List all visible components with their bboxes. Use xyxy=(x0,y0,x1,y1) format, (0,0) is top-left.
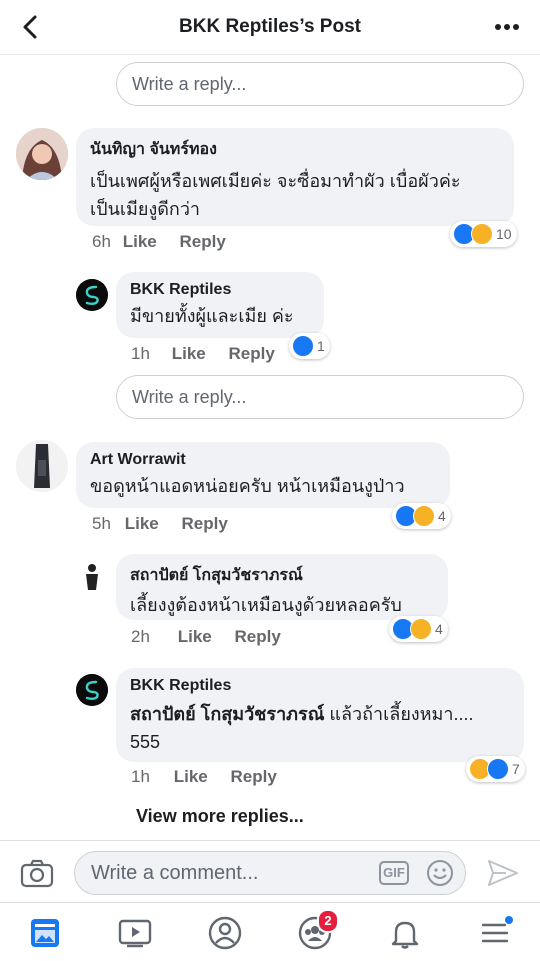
like-reaction-icon xyxy=(487,758,509,780)
comment-line: 555 xyxy=(130,732,161,752)
avatar[interactable] xyxy=(16,128,68,180)
page-title: BKK Reptiles’s Post xyxy=(179,16,361,37)
comment-bubble: Art Worrawit ขอดูหน้าแอดหน่อยครับ หน้าเห… xyxy=(76,442,450,508)
comment-bubble: สถาปัตย์ โกสุมวัชราภรณ์ เลี้ยงงูต้องหน้า… xyxy=(116,554,448,620)
reply-input[interactable] xyxy=(117,376,540,418)
commenter-name[interactable]: Art Worrawit xyxy=(90,451,436,469)
reply-button[interactable]: Reply xyxy=(235,627,281,647)
like-button[interactable]: Like xyxy=(174,767,208,787)
like-button[interactable]: Like xyxy=(178,627,212,647)
commenter-name[interactable]: BKK Reptiles xyxy=(130,281,310,299)
reply-button[interactable]: Reply xyxy=(231,767,277,787)
reply-button[interactable]: Reply xyxy=(180,232,226,252)
more-options-icon[interactable] xyxy=(492,16,522,38)
haha-reaction-icon xyxy=(413,505,435,527)
reaction-count: 7 xyxy=(512,761,520,777)
comment-line: สถาปัตย์ โกสุมวัชราภรณ์ แล้วถ้าเลี้ยงหมา… xyxy=(130,700,510,728)
reaction-count: 1 xyxy=(317,338,325,354)
reply-input-box[interactable] xyxy=(116,375,540,419)
user-photo-icon xyxy=(16,128,68,180)
avatar[interactable] xyxy=(16,440,68,492)
like-reaction-icon xyxy=(292,335,314,357)
top-bar: BKK Reptiles’s Post xyxy=(0,0,540,55)
watch-video-icon[interactable] xyxy=(117,915,153,951)
comment-bubble: BKK Reptiles มีขายทั้งผู้และเมีย ค่ะ xyxy=(116,272,324,338)
avatar[interactable] xyxy=(76,560,108,592)
comment-input-box[interactable]: GIF xyxy=(74,851,466,895)
comment-time: 6h xyxy=(92,232,111,251)
groups-tab[interactable]: 2 xyxy=(297,909,339,951)
send-icon[interactable] xyxy=(486,858,520,888)
view-more-replies-link[interactable]: View more replies... xyxy=(136,806,304,827)
comment-line-text: แล้วถ้าเลี้ยงหมา.... xyxy=(324,704,474,724)
reaction-count: 10 xyxy=(496,226,512,242)
comment-actions: 5h Like Reply xyxy=(92,514,228,534)
comment-actions: 6h Like Reply xyxy=(92,232,226,252)
reply-input-box[interactable] xyxy=(116,62,540,106)
reaction-count: 4 xyxy=(435,621,443,637)
bottom-tab-bar: 2 xyxy=(0,902,540,961)
comment-input[interactable] xyxy=(75,852,397,894)
like-button[interactable]: Like xyxy=(172,344,206,364)
comment-actions: 1h Like Reply xyxy=(131,344,275,364)
comment-composer: GIF xyxy=(0,840,540,903)
notification-badge: 2 xyxy=(317,909,339,933)
comment-line: เป็นเมียงูดีกว่า xyxy=(90,199,201,219)
reaction-summary[interactable]: 1 xyxy=(289,333,330,359)
comment-bubble: BKK Reptiles สถาปัตย์ โกสุมวัชราภรณ์ แล้… xyxy=(116,668,524,762)
mention-link[interactable]: สถาปัตย์ โกสุมวัชราภรณ์ xyxy=(130,704,324,724)
reaction-count: 4 xyxy=(438,508,446,524)
emoji-icon[interactable] xyxy=(425,858,455,888)
notifications-bell-icon[interactable] xyxy=(387,915,423,951)
reply-button[interactable]: Reply xyxy=(229,344,275,364)
comment-text: สถาปัตย์ โกสุมวัชราภรณ์ แล้วถ้าเลี้ยงหมา… xyxy=(130,700,510,756)
comment-line: เป็นเพศผู้หรือเพศเมียค่ะ จะซื่อมาทำผัว เ… xyxy=(90,171,461,191)
comment-text: มีขายทั้งผู้และเมีย ค่ะ xyxy=(130,306,294,326)
comment-time: 5h xyxy=(92,514,111,533)
news-feed-icon[interactable] xyxy=(27,915,63,951)
like-button[interactable]: Like xyxy=(123,232,157,252)
page-avatar[interactable] xyxy=(76,279,108,311)
gif-button[interactable]: GIF xyxy=(379,861,409,885)
menu-hamburger-icon xyxy=(481,916,513,943)
snake-logo-icon xyxy=(76,279,108,311)
page-avatar[interactable] xyxy=(76,674,108,706)
comment-text: เป็นเพศผู้หรือเพศเมียค่ะ จะซื่อมาทำผัว เ… xyxy=(90,167,500,223)
haha-reaction-icon xyxy=(410,618,432,640)
comment-time: 1h xyxy=(131,344,150,363)
reaction-summary[interactable]: 4 xyxy=(392,503,451,529)
commenter-name[interactable]: นันทิญา จันทร์ทอง xyxy=(90,137,500,162)
comment-bubble: นันทิญา จันทร์ทอง เป็นเพศผู้หรือเพศเมียค… xyxy=(76,128,514,226)
reaction-summary[interactable]: 4 xyxy=(389,616,448,642)
comment-actions: 2h Like Reply xyxy=(131,627,281,647)
comment-time: 1h xyxy=(131,767,150,786)
reaction-summary[interactable]: 7 xyxy=(466,756,525,782)
commenter-name[interactable]: สถาปัตย์ โกสุมวัชราภรณ์ xyxy=(130,563,434,588)
camera-icon[interactable] xyxy=(20,858,54,888)
reaction-summary[interactable]: 10 xyxy=(450,221,517,247)
user-photo-icon xyxy=(16,440,68,492)
menu-tab[interactable] xyxy=(477,915,513,951)
like-button[interactable]: Like xyxy=(125,514,159,534)
haha-reaction-icon xyxy=(471,223,493,245)
commenter-name[interactable]: BKK Reptiles xyxy=(130,677,510,695)
snake-logo-icon xyxy=(76,674,108,706)
comment-actions: 1h Like Reply xyxy=(131,767,277,787)
reply-input[interactable] xyxy=(117,63,540,105)
reply-button[interactable]: Reply xyxy=(182,514,228,534)
comment-text: เลี้ยงงูต้องหน้าเหมือนงูด้วยหลอครับ xyxy=(130,595,402,615)
comment-time: 2h xyxy=(131,627,150,646)
user-photo-icon xyxy=(76,560,108,592)
comment-text: ขอดูหน้าแอดหน่อยครับ หน้าเหมือนงูป่าว xyxy=(90,476,405,496)
profile-icon[interactable] xyxy=(207,915,243,951)
